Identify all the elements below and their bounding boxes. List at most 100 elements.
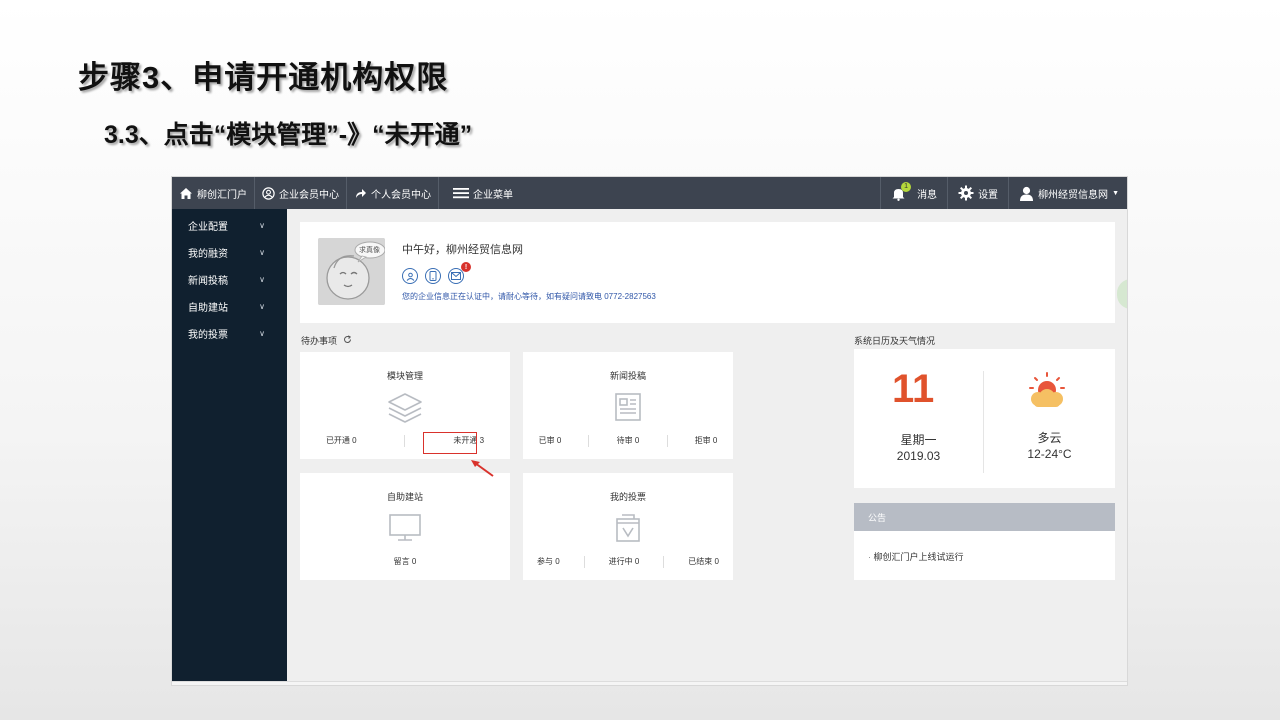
calendar-weather-card: 11 星期一 2019.03 多云 12-24°C <box>854 349 1115 488</box>
sidebar-item-news[interactable]: 新闻投稿 ∨ <box>172 266 287 293</box>
chevron-down-icon: ∨ <box>259 275 265 284</box>
nav-enterprise-center[interactable]: 企业会员中心 <box>255 177 347 209</box>
tile-news-submission[interactable]: 新闻投稿 已审 0 待审 0 拒审 0 <box>523 352 733 459</box>
stat-pending[interactable]: 待审 0 <box>613 435 644 447</box>
stat-approved[interactable]: 已审 0 <box>535 435 566 447</box>
monitor-icon <box>300 513 510 543</box>
sidebar-item-financing[interactable]: 我的融资 ∨ <box>172 239 287 266</box>
alert-badge: ! <box>461 262 471 272</box>
share-arrow-icon <box>354 187 367 199</box>
gear-icon <box>958 185 974 201</box>
calendar-section-label: 系统日历及天气情况 <box>854 334 935 347</box>
nav-enterprise-center-label: 企业会员中心 <box>279 189 339 201</box>
nav-enterprise-menu-label: 企业菜单 <box>473 189 513 201</box>
main-content: 求真像 中午好，柳州经贸信息网 ! 您的企业信息正在认证中，请耐心等待，如有疑问… <box>287 209 1127 681</box>
tile-title: 自助建站 <box>386 492 423 502</box>
tile-module-management[interactable]: 模块管理 已开通 0 未开通 3 <box>300 352 510 459</box>
nav-personal-center-label: 个人会员中心 <box>371 189 431 201</box>
stat-ongoing[interactable]: 进行中 0 <box>605 556 644 568</box>
top-navbar: 柳创汇门户 企业会员中心 个人会员中心 企业菜单 1 消息 设置 柳州经贸信息网… <box>172 177 1127 209</box>
sidebar-item-label: 我的投票 <box>188 330 228 341</box>
partly-cloudy-icon <box>1026 371 1068 416</box>
profile-user-icon[interactable] <box>402 268 418 284</box>
annotation-arrow-icon <box>471 460 494 477</box>
weather-temperature: 12-24°C <box>1027 447 1072 461</box>
nav-enterprise-menu[interactable]: 企业菜单 <box>439 177 527 209</box>
tile-stats: 已审 0 待审 0 拒审 0 <box>523 435 733 447</box>
tile-stats: 参与 0 进行中 0 已结束 0 <box>523 556 733 568</box>
greeting: 中午好，柳州经贸信息网 <box>402 244 523 256</box>
avatar[interactable]: 求真像 <box>318 238 385 305</box>
avatar-tag: 求真像 <box>359 247 380 254</box>
status-bar <box>172 681 1127 685</box>
divider <box>666 435 668 447</box>
weather-description: 多云 <box>1037 431 1062 445</box>
calendar-weekday: 星期一 <box>900 433 937 447</box>
ballot-box-icon <box>523 513 733 543</box>
divider <box>583 556 585 568</box>
chevron-down-icon: ∨ <box>259 248 265 257</box>
nav-home-label: 柳创汇门户 <box>197 189 247 201</box>
announcement-header: 公告 <box>854 503 1115 531</box>
sidebar-item-label: 新闻投稿 <box>188 276 228 287</box>
todo-label: 待办事项 <box>301 336 338 346</box>
nav-personal-center[interactable]: 个人会员中心 <box>347 177 439 209</box>
sidebar-item-voting[interactable]: 我的投票 ∨ <box>172 320 287 347</box>
announcement-item[interactable]: · 柳创汇门户上线试运行 <box>868 550 964 563</box>
divider <box>663 556 665 568</box>
tile-title: 模块管理 <box>386 371 423 381</box>
verification-notice: 您的企业信息正在认证中，请耐心等待，如有疑问请致电 0772-2827563 <box>402 292 656 301</box>
stat-rejected[interactable]: 拒审 0 <box>691 435 722 447</box>
sidebar-item-label: 企业配置 <box>188 222 228 233</box>
profile-card: 求真像 中午好，柳州经贸信息网 ! 您的企业信息正在认证中，请耐心等待，如有疑问… <box>300 222 1115 323</box>
nav-messages-label: 消息 <box>917 189 938 201</box>
divider <box>588 435 590 447</box>
tile-stats: 已开通 0 未开通 3 <box>300 435 510 447</box>
refresh-icon[interactable] <box>343 335 352 346</box>
stat-messages[interactable]: 留言 0 <box>390 556 421 567</box>
mail-icon[interactable]: ! <box>448 262 471 284</box>
sidebar-item-site-builder[interactable]: 自助建站 ∨ <box>172 293 287 320</box>
caret-down-icon: ▼ <box>1112 189 1119 197</box>
todo-section-label: 待办事项 <box>301 334 352 347</box>
tile-stats: 留言 0 <box>300 556 510 567</box>
tile-site-builder[interactable]: 自助建站 留言 0 <box>300 473 510 580</box>
sidebar-item-label: 自助建站 <box>188 303 228 314</box>
sidebar-item-label: 我的融资 <box>188 249 228 260</box>
highlight-box <box>423 432 477 454</box>
home-icon <box>179 187 193 200</box>
user-circle-icon <box>262 186 275 200</box>
chevron-down-icon: ∨ <box>259 302 265 311</box>
nav-home[interactable]: 柳创汇门户 <box>172 177 255 209</box>
divider <box>404 435 406 447</box>
calendar-year-month: 2019.03 <box>896 449 941 463</box>
bullet-icon: · <box>868 552 871 562</box>
stat-ended[interactable]: 已结束 0 <box>684 556 723 568</box>
top-navbar-right: 1 消息 设置 柳州经贸信息网 ▼ <box>880 177 1127 209</box>
layers-icon <box>300 392 510 426</box>
bell-icon: 1 <box>891 181 912 201</box>
sidebar: 企业配置 ∨ 我的融资 ∨ 新闻投稿 ∨ 自助建站 ∨ 我的投票 ∨ <box>172 209 287 681</box>
newspaper-icon <box>523 392 733 422</box>
tile-title: 新闻投稿 <box>609 371 646 381</box>
slide-subtitle: 3.3、点击“模块管理”-》“未开通” <box>104 121 473 149</box>
stat-participated[interactable]: 参与 0 <box>533 556 564 568</box>
nav-user-menu[interactable]: 柳州经贸信息网 ▼ <box>1008 177 1127 209</box>
announcement-item-text: 柳创汇门户上线试运行 <box>873 552 964 562</box>
calendar-label: 系统日历及天气情况 <box>854 336 936 346</box>
stat-activated[interactable]: 已开通 0 <box>322 435 361 447</box>
calendar-day: 11 <box>892 367 935 411</box>
announcement-card: 公告 · 柳创汇门户上线试运行 <box>854 503 1115 580</box>
slide-title: 步骤3、申请开通机构权限 <box>78 60 449 95</box>
sidebar-item-enterprise-config[interactable]: 企业配置 ∨ <box>172 212 287 239</box>
browser-screenshot: 柳创汇门户 企业会员中心 个人会员中心 企业菜单 1 消息 设置 柳州经贸信息网… <box>171 176 1128 686</box>
nav-settings[interactable]: 设置 <box>947 177 1008 209</box>
tile-voting[interactable]: 我的投票 参与 0 进行中 0 已结束 0 <box>523 473 733 580</box>
nav-user-label: 柳州经贸信息网 <box>1038 189 1109 201</box>
phone-icon[interactable] <box>425 268 441 284</box>
nav-settings-label: 设置 <box>978 189 999 201</box>
tile-title: 我的投票 <box>609 492 646 502</box>
nav-messages[interactable]: 1 消息 <box>880 177 947 209</box>
chevron-down-icon: ∨ <box>259 221 265 230</box>
user-icon <box>1019 186 1034 201</box>
